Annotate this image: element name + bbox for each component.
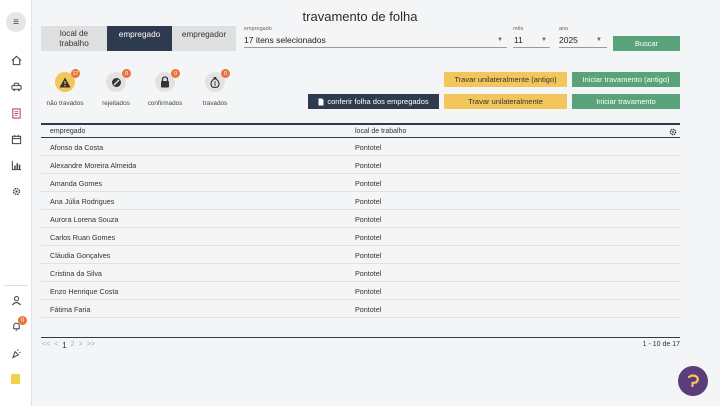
cell-local: Pontotel <box>355 251 382 260</box>
iniciar-travamento-antigo-button[interactable]: Iniciar travamento (antigo) <box>572 72 680 87</box>
pagination-count: 1 - 10 de 17 <box>642 341 680 348</box>
cell-empregado: Amanda Gomes <box>50 179 102 188</box>
cell-local: Pontotel <box>355 215 382 224</box>
column-header-local[interactable]: local de trabalho <box>355 128 406 135</box>
first-page-button[interactable]: << <box>42 341 50 350</box>
car-icon[interactable] <box>8 78 24 94</box>
cell-local: Pontotel <box>355 179 382 188</box>
chevron-down-icon[interactable]: ▼ <box>541 37 547 43</box>
cell-local: Pontotel <box>355 269 382 278</box>
sidebar: ≡ 0 <box>0 0 32 406</box>
table-footer-line <box>41 337 680 338</box>
gear-icon[interactable] <box>669 128 677 136</box>
column-header-empregado[interactable]: empregado <box>50 128 85 135</box>
table-row[interactable]: Carlos Ruan Gomes Pontotel <box>41 228 680 246</box>
help-chat-button[interactable] <box>678 366 708 396</box>
cell-local: Pontotel <box>355 143 382 152</box>
sidebar-divider <box>4 285 28 286</box>
pagination: << < 1 2 > >> <box>42 341 95 350</box>
notification-badge: 0 <box>18 316 27 325</box>
cell-empregado: Cristina da Silva <box>50 269 102 278</box>
bar-chart-icon[interactable] <box>8 157 24 173</box>
stat-label: travados <box>202 100 228 107</box>
table-row[interactable]: Alexandre Moreira Almeida Pontotel <box>41 156 680 174</box>
conferir-folha-button[interactable]: conferir folha dos empregados <box>308 94 439 109</box>
cell-local: Pontotel <box>355 161 382 170</box>
page-2-button[interactable]: 2 <box>71 341 75 350</box>
table-row[interactable]: Cristina da Silva Pontotel <box>41 264 680 282</box>
segment-empregado[interactable]: empregado <box>107 26 172 51</box>
table-header: empregado local de trabalho <box>41 123 680 138</box>
stat-count-badge: 0 <box>171 69 180 78</box>
cell-empregado: Aurora Lorena Souza <box>50 215 119 224</box>
employees-table: empregado local de trabalho Afonso da Co… <box>41 123 680 318</box>
table-body: Afonso da Costa Pontotel Alexandre Moreira… <box>41 138 680 318</box>
user-icon[interactable] <box>8 292 24 308</box>
calendar-icon[interactable] <box>8 131 24 147</box>
gear-icon[interactable] <box>8 183 24 199</box>
chevron-down-icon[interactable]: ▼ <box>596 37 602 43</box>
cell-local: Pontotel <box>355 197 382 206</box>
cell-empregado: Afonso da Costa <box>50 143 104 152</box>
sticky-note-icon[interactable] <box>11 374 20 384</box>
ano-select-underline <box>559 47 607 48</box>
document-icon[interactable] <box>8 105 24 121</box>
conferir-folha-label: conferir folha dos empregados <box>327 97 429 106</box>
stat-count-badge: 0 <box>122 69 131 78</box>
segment-empregador[interactable]: empregador <box>172 26 236 51</box>
cell-empregado: Cláudia Gonçalves <box>50 251 111 260</box>
next-page-button[interactable]: > <box>79 341 83 350</box>
table-row[interactable]: Amanda Gomes Pontotel <box>41 174 680 192</box>
last-page-button[interactable]: >> <box>87 341 95 350</box>
ano-select[interactable]: 2025 <box>559 35 578 45</box>
cell-local: Pontotel <box>355 287 382 296</box>
cell-empregado: Carlos Ruan Gomes <box>50 233 116 242</box>
mes-select[interactable]: 11 <box>514 35 523 45</box>
cell-empregado: Ana Júlia Rodrigues <box>50 197 115 206</box>
stat-count-badge: 0 <box>221 69 230 78</box>
party-icon[interactable] <box>8 345 24 361</box>
table-row[interactable]: Ana Júlia Rodrigues Pontotel <box>41 192 680 210</box>
page-1-button[interactable]: 1 <box>62 341 66 350</box>
travar-unilateralmente-antigo-button[interactable]: Travar unilateralmente (antigo) <box>444 72 567 87</box>
segment-local-de-trabalho[interactable]: local de trabalho <box>41 26 107 51</box>
empregado-filter-label: empregado <box>244 26 272 32</box>
cell-local: Pontotel <box>355 305 382 314</box>
iniciar-travamento-button[interactable]: Iniciar travamento <box>572 94 680 109</box>
chevron-down-icon[interactable]: ▼ <box>497 37 503 43</box>
empregado-select[interactable]: 17 itens selecionados <box>244 35 326 45</box>
mes-filter-label: mês <box>513 26 524 32</box>
document-icon <box>318 98 324 105</box>
table-row[interactable]: Aurora Lorena Souza Pontotel <box>41 210 680 228</box>
page-title: travamento de folha <box>302 9 418 24</box>
mes-select-underline <box>513 47 550 48</box>
cell-local: Pontotel <box>355 233 382 242</box>
cell-empregado: Fátima Faria <box>50 305 91 314</box>
chat-logo-icon <box>687 374 699 388</box>
table-row[interactable]: Enzo Henrique Costa Pontotel <box>41 282 680 300</box>
table-row[interactable]: Afonso da Costa Pontotel <box>41 138 680 156</box>
cell-empregado: Alexandre Moreira Almeida <box>50 161 137 170</box>
table-row[interactable]: Fátima Faria Pontotel <box>41 300 680 318</box>
stat-count-badge: 17 <box>71 69 80 78</box>
table-row[interactable]: Cláudia Gonçalves Pontotel <box>41 246 680 264</box>
ano-filter-label: ano <box>559 26 569 32</box>
cell-empregado: Enzo Henrique Costa <box>50 287 119 296</box>
empregado-select-underline <box>244 47 507 48</box>
home-icon[interactable] <box>8 52 24 68</box>
buscar-button[interactable]: Buscar <box>613 36 680 51</box>
travar-unilateralmente-button[interactable]: Travar unilateralmente <box>444 94 567 109</box>
prev-page-button[interactable]: < <box>54 341 58 350</box>
